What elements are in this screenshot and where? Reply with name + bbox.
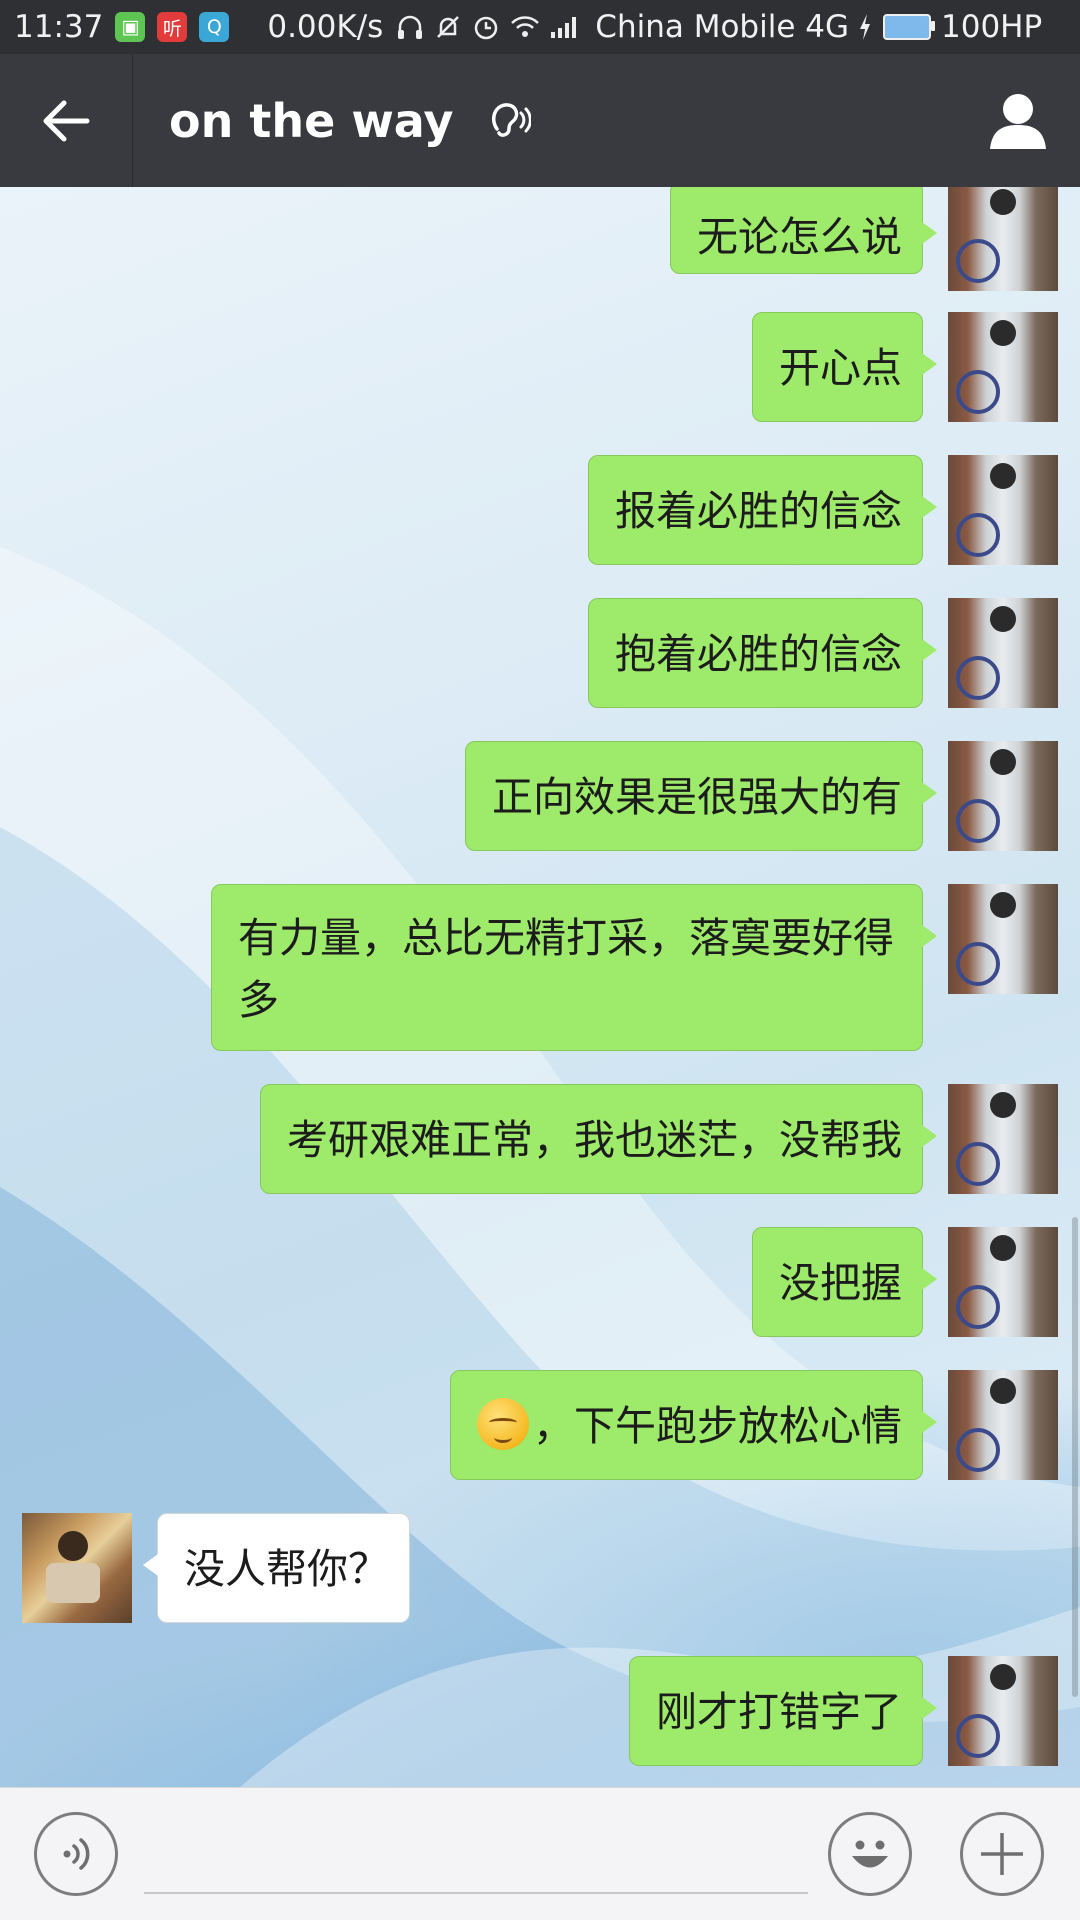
voice-wave-icon xyxy=(63,1838,90,1870)
network-speed: 0.00K/s xyxy=(267,9,384,45)
ting-app-icon: 听 xyxy=(157,12,188,42)
carrier-label: China Mobile 4G xyxy=(595,9,849,45)
earpiece-mode-icon xyxy=(487,99,532,143)
message-bubble-received[interactable]: 没人帮你？ xyxy=(143,1513,410,1623)
battery-icon xyxy=(883,14,935,40)
back-arrow-icon xyxy=(43,100,90,141)
q-app-icon: Q xyxy=(199,12,230,42)
message-bubble-sent[interactable]: 无论怎么说 xyxy=(670,187,937,274)
back-button[interactable] xyxy=(0,54,133,187)
my-avatar[interactable] xyxy=(948,1084,1058,1194)
status-icons xyxy=(395,12,581,42)
my-avatar[interactable] xyxy=(948,1227,1058,1337)
scrollbar[interactable] xyxy=(1072,1217,1078,1697)
message-bubble-sent[interactable]: 刚才打错字了 xyxy=(629,1656,937,1766)
green-app-icon: ▣ xyxy=(115,12,146,42)
message-input[interactable] xyxy=(144,1818,808,1894)
blushing-face-emoji-icon xyxy=(477,1398,529,1450)
message-list[interactable]: 无论怎么说 开心点 报着必胜的信念 抱着必胜的信念 正向效果是很强大的有 有力量… xyxy=(0,187,1080,1787)
my-avatar[interactable] xyxy=(948,884,1058,994)
status-time: 11:37 xyxy=(14,9,104,45)
headphones-icon xyxy=(398,15,423,39)
alarm-icon xyxy=(475,16,498,40)
message-bubble-sent[interactable]: ，下午跑步放松心情 xyxy=(450,1370,937,1480)
signal-icon xyxy=(551,17,577,38)
chat-title: on the way xyxy=(169,93,454,148)
my-avatar[interactable] xyxy=(948,1370,1058,1480)
my-avatar[interactable] xyxy=(948,741,1058,851)
my-avatar[interactable] xyxy=(948,312,1058,422)
contact-avatar[interactable] xyxy=(22,1513,132,1623)
message-bubble-sent[interactable]: 正向效果是很强大的有 xyxy=(465,741,937,851)
plus-icon xyxy=(981,1833,1023,1875)
message-bubble-sent[interactable]: 考研艰难正常，我也迷茫，没帮我 xyxy=(260,1084,937,1194)
status-bar: 11:37 ▣ 听 Q 0.00K/s China Mobile 4G 100H… xyxy=(0,0,1080,54)
my-avatar[interactable] xyxy=(948,1656,1058,1766)
message-bubble-sent[interactable]: 报着必胜的信念 xyxy=(588,455,937,565)
my-avatar[interactable] xyxy=(948,455,1058,565)
emoji-button[interactable] xyxy=(828,1812,912,1896)
my-avatar[interactable] xyxy=(948,187,1058,291)
mute-bell-icon xyxy=(437,16,460,38)
message-bubble-sent[interactable]: 没把握 xyxy=(752,1227,937,1337)
wifi-icon xyxy=(511,16,540,37)
more-actions-button[interactable] xyxy=(960,1812,1044,1896)
charging-icon xyxy=(860,14,870,40)
smiley-icon xyxy=(852,1840,888,1868)
message-bubble-sent[interactable]: 有力量，总比无精打采，落寞要好得多 xyxy=(211,884,937,1051)
message-bubble-sent[interactable]: 开心点 xyxy=(752,312,937,422)
message-text: ，下午跑步放松心情 xyxy=(533,1402,902,1450)
message-bubble-sent[interactable]: 抱着必胜的信念 xyxy=(588,598,937,708)
input-bar xyxy=(0,1787,1080,1920)
voice-input-button[interactable] xyxy=(34,1812,118,1896)
battery-label: 100HP xyxy=(941,9,1043,45)
chat-screen: 11:37 ▣ 听 Q 0.00K/s China Mobile 4G 100H… xyxy=(0,0,1080,1920)
chat-header: on the way xyxy=(0,54,1080,187)
chat-info-button[interactable] xyxy=(986,89,1050,153)
my-avatar[interactable] xyxy=(948,598,1058,708)
person-icon xyxy=(990,94,1046,149)
